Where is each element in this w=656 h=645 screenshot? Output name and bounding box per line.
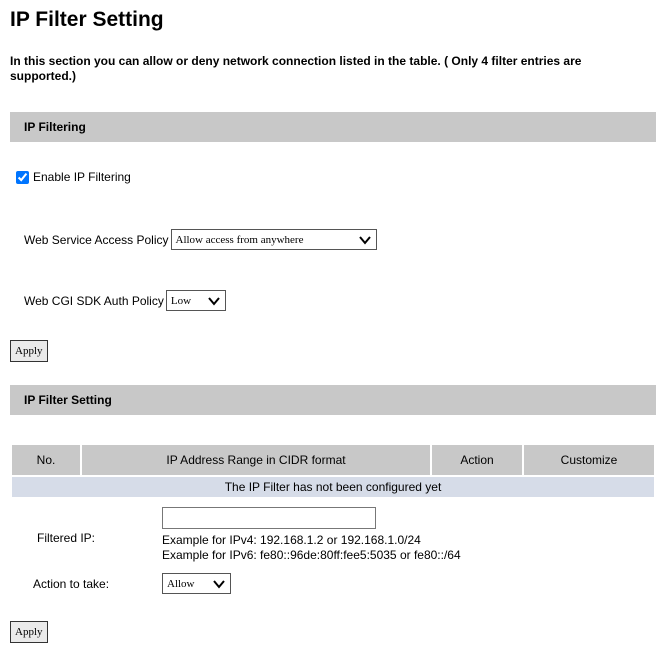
- chevron-down-icon: [208, 296, 220, 306]
- example-ipv4: Example for IPv4: 192.168.1.2 or 192.168…: [162, 533, 421, 547]
- table-empty-row: The IP Filter has not been configured ye…: [12, 477, 654, 497]
- ip-filtering-header: IP Filtering: [10, 112, 656, 142]
- apply-filter-button[interactable]: Apply: [10, 621, 48, 643]
- web-service-policy-label: Web Service Access Policy: [24, 232, 169, 247]
- cgi-auth-policy-select[interactable]: Low: [165, 290, 226, 311]
- ip-filter-table: No. IP Address Range in CIDR format Acti…: [10, 443, 656, 499]
- column-header-ip-range: IP Address Range in CIDR format: [82, 445, 430, 475]
- web-service-policy-row: Web Service Access Policy Allow access f…: [24, 229, 377, 250]
- enable-ip-filtering-label: Enable IP Filtering: [33, 170, 131, 184]
- apply-filtering-button[interactable]: Apply: [10, 340, 48, 362]
- action-to-take-select[interactable]: Allow: [162, 573, 231, 594]
- web-service-policy-select[interactable]: Allow access from anywhere: [170, 229, 377, 250]
- cgi-auth-policy-row: Web CGI SDK Auth Policy Low: [24, 290, 226, 311]
- ip-filter-setting-header: IP Filter Setting: [10, 385, 656, 415]
- example-ipv6: Example for IPv6: fe80::96de:80ff:fee5:5…: [162, 548, 461, 562]
- enable-ip-filtering-checkbox[interactable]: [16, 170, 29, 184]
- page-intro: In this section you can allow or deny ne…: [10, 54, 582, 83]
- enable-ip-filtering-row[interactable]: Enable IP Filtering: [16, 170, 131, 184]
- action-to-take-value: Allow: [167, 577, 195, 590]
- empty-message: The IP Filter has not been configured ye…: [12, 477, 654, 497]
- column-header-customize: Customize: [524, 445, 654, 475]
- chevron-down-icon: [358, 235, 371, 245]
- column-header-action: Action: [432, 445, 522, 475]
- table-header-row: No. IP Address Range in CIDR format Acti…: [12, 445, 654, 475]
- column-header-no: No.: [12, 445, 80, 475]
- page-title: IP Filter Setting: [10, 8, 164, 31]
- filtered-ip-input[interactable]: [162, 507, 376, 529]
- cgi-auth-policy-label: Web CGI SDK Auth Policy: [24, 293, 164, 308]
- web-service-policy-value: Allow access from anywhere: [175, 233, 304, 246]
- action-to-take-label: Action to take:: [33, 577, 110, 591]
- cgi-auth-policy-value: Low: [170, 294, 192, 307]
- chevron-down-icon: [213, 579, 225, 589]
- filtered-ip-label: Filtered IP:: [37, 531, 96, 545]
